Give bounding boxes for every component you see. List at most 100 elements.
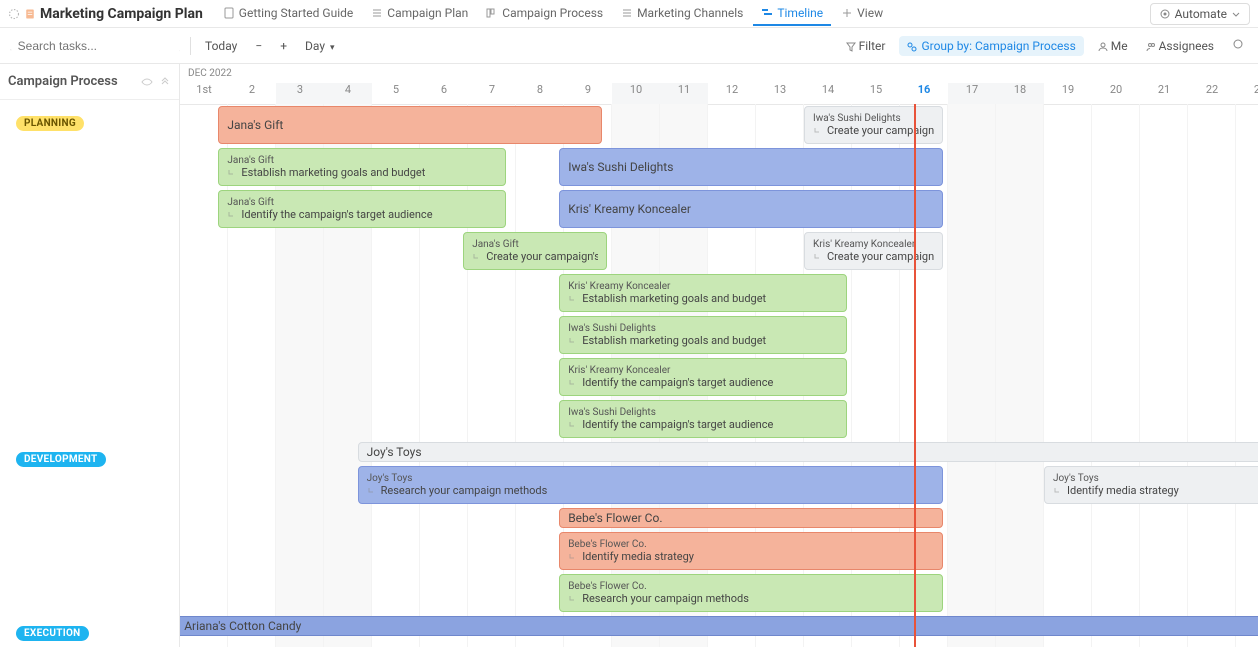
me-button[interactable]: Me — [1094, 37, 1132, 55]
subtask-icon — [227, 168, 237, 178]
sidebar: Campaign Process — [0, 64, 180, 647]
group-by-button[interactable]: Group by: Campaign Process — [899, 36, 1083, 56]
task-bar[interactable]: Bebe's Flower Co. — [559, 508, 943, 528]
day-header-cell: 19 — [1044, 83, 1092, 104]
view-tabs: Getting Started Guide Campaign Plan Camp… — [215, 2, 891, 26]
subtask-icon — [568, 378, 578, 388]
search-box[interactable] — [10, 39, 180, 53]
task-bar[interactable]: Iwa's Sushi DelightsEstablish marketing … — [559, 316, 847, 354]
day-header-cell: 17 — [948, 83, 996, 104]
task-bar[interactable]: Jana's GiftEstablish marketing goals and… — [218, 148, 506, 186]
timeline[interactable]: DEC 2022 1st2345678910111213141516171819… — [180, 64, 1258, 647]
task-bar-subtitle: Jana's Gift — [227, 118, 593, 132]
collapse-icon[interactable] — [159, 76, 171, 88]
automate-button[interactable]: Automate — [1150, 3, 1250, 25]
search-input[interactable] — [18, 39, 173, 53]
day-header-cell: 12 — [708, 83, 756, 104]
settings-icon[interactable] — [1228, 36, 1248, 55]
day-header-cell: 20 — [1092, 83, 1140, 104]
zoom-in-button[interactable]: + — [276, 37, 291, 55]
subtask-icon — [813, 252, 823, 262]
day-header-cell: 16 — [900, 83, 948, 104]
day-header-cell: 15 — [852, 83, 900, 104]
timeline-row: Jana's GiftCreate your campaign's m... Kr… — [180, 230, 1258, 272]
search-icon — [10, 40, 12, 52]
timeline-days-header: 1st234567891011121314151617181920212223 — [180, 83, 1258, 105]
filter-icon — [846, 41, 856, 51]
tab-getting-started[interactable]: Getting Started Guide — [215, 2, 361, 26]
task-bar[interactable]: Iwa's Sushi Delights — [559, 148, 943, 186]
day-header-cell: 3 — [276, 83, 324, 104]
page-title: Marketing Campaign Plan — [40, 6, 203, 22]
tab-campaign-plan[interactable]: Campaign Plan — [363, 2, 476, 26]
tab-timeline[interactable]: Timeline — [753, 2, 831, 26]
sidebar-title: Campaign Process — [8, 74, 118, 89]
timeline-row: Jana's Gift Iwa's Sushi DelightsCreate yo… — [180, 104, 1258, 146]
subtask-icon — [813, 126, 823, 136]
task-bar[interactable]: Jana's GiftCreate your campaign's m... — [463, 232, 607, 270]
main-content: Campaign Process DEC 2022 1st23456789101… — [0, 64, 1258, 647]
task-bar-subtitle: Establish marketing goals and budget — [568, 334, 838, 347]
task-bar[interactable]: Jana's Gift — [218, 106, 602, 144]
automate-label: Automate — [1175, 7, 1227, 21]
group-label-development[interactable]: DEVELOPMENT — [16, 452, 106, 467]
task-bar[interactable]: Jana's GiftIdentify the campaign's targe… — [218, 190, 506, 228]
tab-label: Marketing Channels — [637, 6, 743, 20]
task-bar[interactable]: Kris' Kreamy KoncealerEstablish marketin… — [559, 274, 847, 312]
task-bar[interactable]: Joy's ToysIdentify media strategy — [1044, 466, 1258, 504]
group-label-planning[interactable]: PLANNING — [16, 116, 84, 131]
assignees-button[interactable]: Assignees — [1142, 37, 1218, 55]
subtask-icon — [568, 294, 578, 304]
task-bar[interactable]: Kris' Kreamy KoncealerCreate your campai… — [804, 232, 943, 270]
task-bar-title: Joy's Toys — [1053, 473, 1258, 484]
task-bar-title: Joy's Toys — [367, 473, 935, 484]
task-bar[interactable]: Iwa's Sushi DelightsCreate your campaign… — [804, 106, 943, 144]
sidebar-header: Campaign Process — [0, 64, 179, 100]
timeline-row: Jana's GiftEstablish marketing goals and… — [180, 146, 1258, 188]
day-header-cell: 22 — [1188, 83, 1236, 104]
task-bar[interactable]: Kris' Kreamy Koncealer — [559, 190, 943, 228]
task-bar[interactable]: Bebe's Flower Co.Identify media strategy — [559, 532, 943, 570]
task-bar[interactable]: Joy's ToysResearch your campaign methods — [358, 466, 944, 504]
subtask-icon — [568, 552, 578, 562]
tab-campaign-process[interactable]: Campaign Process — [478, 2, 611, 26]
task-bar-subtitle: Establish marketing goals and budget — [568, 292, 838, 305]
filter-button[interactable]: Filter — [842, 37, 890, 55]
tab-label: Timeline — [777, 6, 823, 20]
chevron-down-icon[interactable] — [179, 41, 180, 51]
task-bar-title: Jana's Gift — [227, 155, 497, 166]
day-header-cell: 21 — [1140, 83, 1188, 104]
day-header-cell: 9 — [564, 83, 612, 104]
task-bar[interactable]: Ariana's Cotton Candy — [180, 616, 1258, 636]
task-bar-title: Kris' Kreamy Koncealer — [568, 281, 838, 292]
chevron-down-icon — [1231, 9, 1241, 19]
timeline-row: Bebe's Flower Co.Identify media strategy — [180, 530, 1258, 572]
task-bar[interactable]: Bebe's Flower Co.Research your campaign … — [559, 574, 943, 612]
timeline-row: Iwa's Sushi DelightsIdentify the campaig… — [180, 398, 1258, 440]
group-label-execution[interactable]: EXECUTION — [16, 626, 89, 641]
zoom-out-button[interactable]: − — [251, 37, 266, 55]
tab-label: Campaign Process — [502, 6, 603, 20]
task-bar[interactable]: Joy's Toys — [358, 442, 1258, 462]
hide-icon[interactable] — [141, 76, 153, 88]
plus-icon — [841, 7, 853, 19]
tab-add-view[interactable]: View — [833, 2, 891, 26]
app-menu-icon[interactable] — [8, 8, 20, 20]
scale-label: Day — [305, 39, 325, 53]
today-button[interactable]: Today — [201, 37, 241, 55]
task-bar-subtitle: Kris' Kreamy Koncealer — [568, 202, 934, 216]
task-bar-title: Jana's Gift — [227, 197, 497, 208]
task-bar-subtitle: Identify media strategy — [1053, 484, 1258, 497]
task-bar[interactable]: Iwa's Sushi DelightsIdentify the campaig… — [559, 400, 847, 438]
subtask-icon — [227, 210, 237, 220]
chevron-down-icon: ▾ — [330, 43, 335, 53]
task-bar-subtitle: Research your campaign methods — [568, 592, 934, 605]
task-bar-subtitle: Identify the campaign's target audience — [227, 208, 497, 221]
topbar: Marketing Campaign Plan Getting Started … — [0, 0, 1258, 28]
day-header-cell: 8 — [516, 83, 564, 104]
scale-selector[interactable]: Day ▾ — [301, 37, 339, 55]
task-bar[interactable]: Kris' Kreamy KoncealerIdentify the campa… — [559, 358, 847, 396]
subtask-icon — [568, 420, 578, 430]
tab-marketing-channels[interactable]: Marketing Channels — [613, 2, 751, 26]
board-icon — [486, 7, 498, 19]
